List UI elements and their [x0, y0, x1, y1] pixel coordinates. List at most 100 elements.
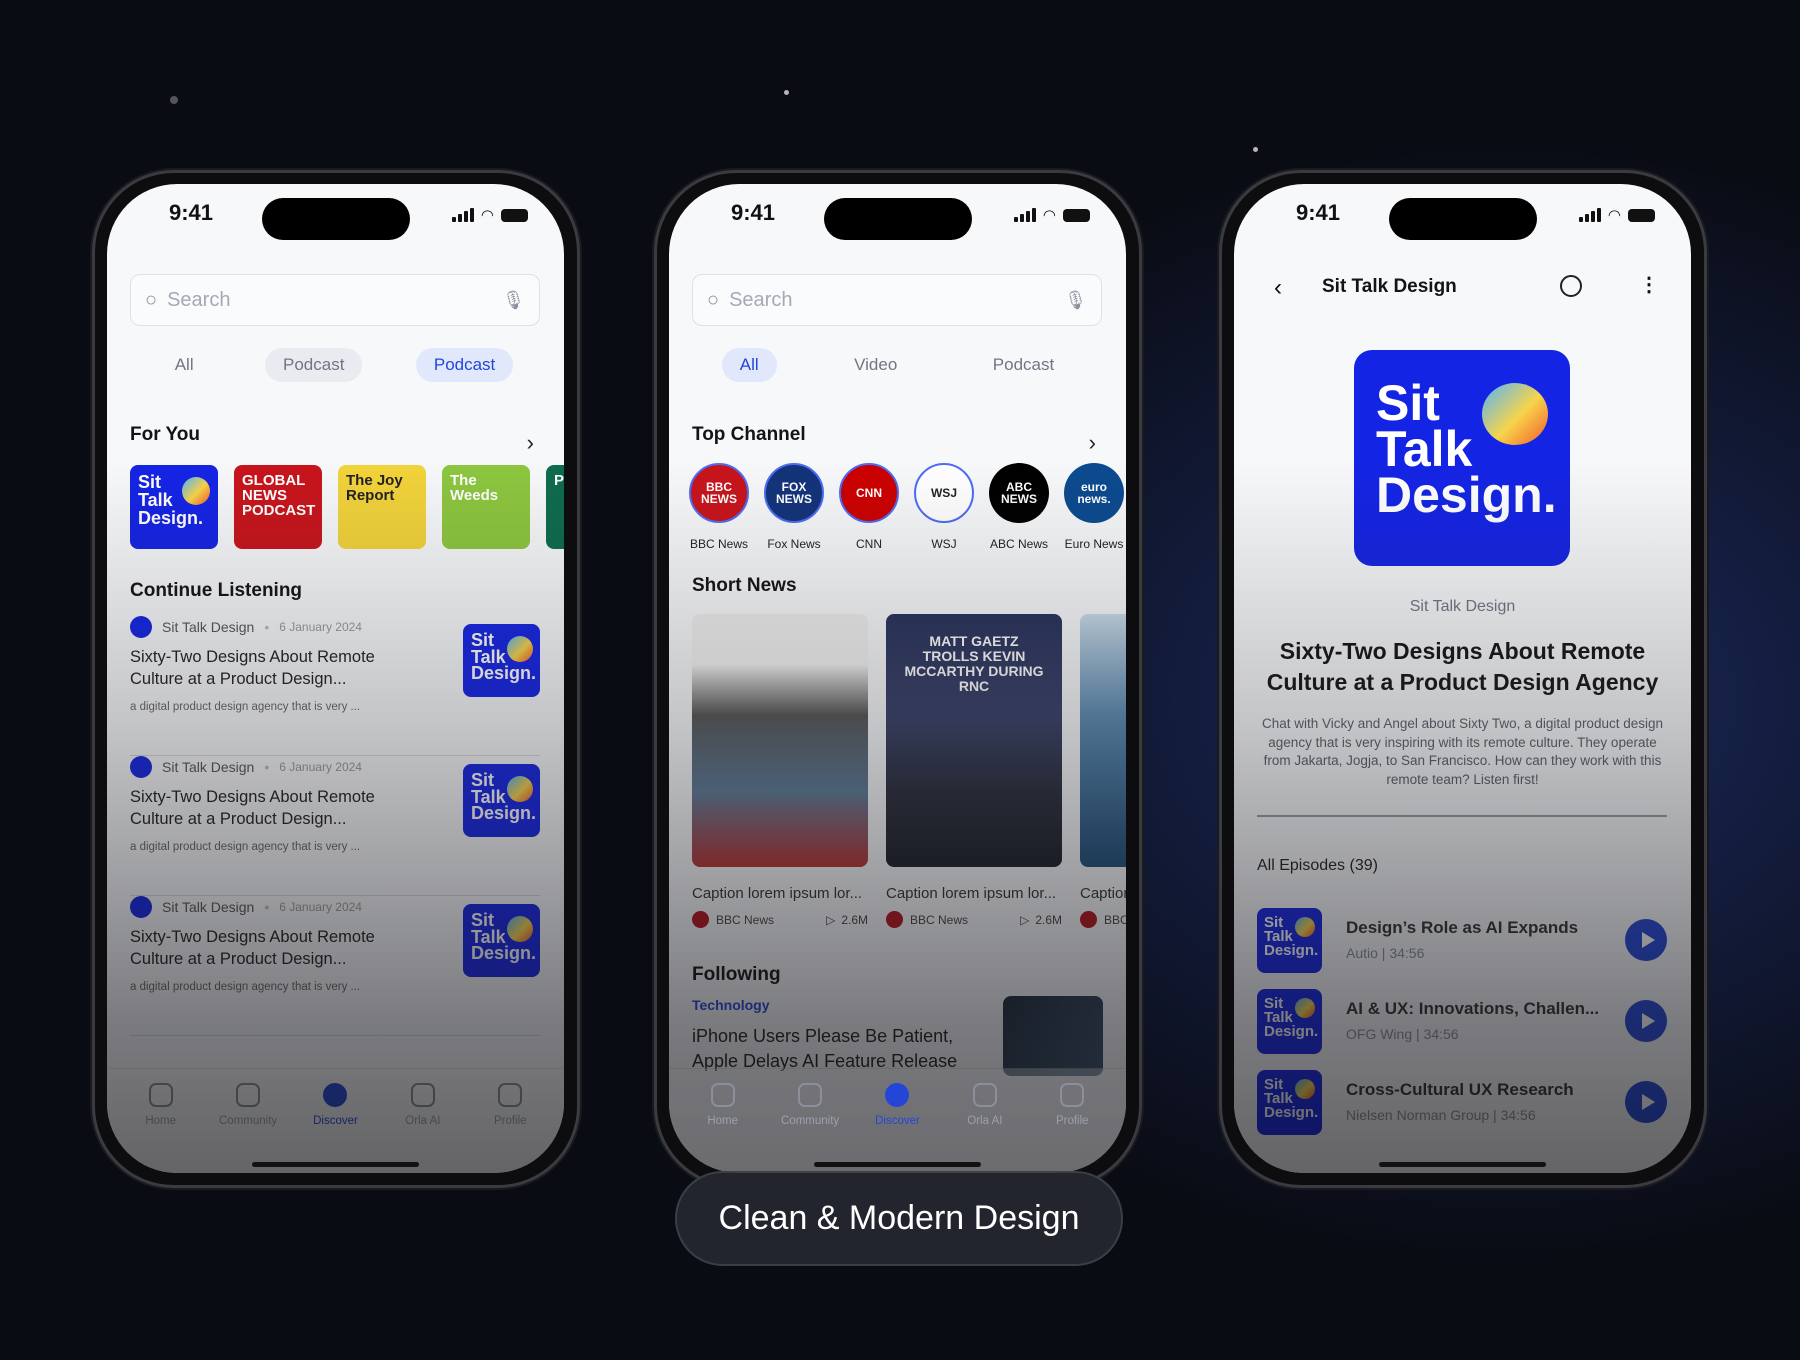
news-caption[interactable]: Caption lorem ipsum lor... [886, 885, 1062, 902]
list-item[interactable]: Sit Talk Design • 6 January 2024 Sixty-Two … [130, 756, 540, 896]
search-icon: ○ [707, 288, 720, 311]
nav-item-discover[interactable]: Discover [857, 1069, 937, 1173]
channel-item[interactable]: euro news. Euro News [1064, 463, 1124, 551]
channel-item[interactable]: FOX NEWS Fox News [764, 463, 824, 551]
header-title: Sit Talk Design [1322, 276, 1457, 297]
play-icon: ▷ [1020, 912, 1030, 927]
avatar [130, 616, 152, 638]
search-input[interactable]: ○ Search 🎙 [130, 274, 540, 326]
source-avatar [692, 911, 709, 928]
nav-item-home[interactable]: Home [683, 1069, 763, 1173]
following-thumbnail[interactable] [1003, 996, 1103, 1076]
bottom-nav: Home Community Discover Orla AI Profile [107, 1068, 564, 1173]
channel-item[interactable]: ABC NEWS ABC News [989, 463, 1049, 551]
play-button[interactable] [1625, 1000, 1667, 1042]
tab-podcast[interactable]: Podcast [265, 348, 363, 382]
list-item[interactable]: Sit Talk Design • 6 January 2024 Sixty-Two … [130, 616, 540, 756]
news-views: 2.6M [841, 912, 868, 927]
section-title-following: Following [692, 964, 781, 985]
search-icon: ○ [145, 288, 158, 311]
news-meta: BBC News [1080, 911, 1126, 928]
phone-home: 9:41 ◠ ○ Search 🎙 All Podcast Podcast For … [92, 170, 580, 1188]
signal-icon [1578, 208, 1601, 222]
more-options-icon[interactable]: ⋮ [1639, 272, 1659, 297]
tab-podcast[interactable]: Podcast [975, 348, 1072, 382]
podcast-tile[interactable]: Pl [546, 465, 564, 549]
separator-dot: • [264, 619, 270, 635]
news-card[interactable]: MATT GAETZ TROLLS KEVIN MCCARTHY DURING … [886, 614, 1062, 867]
episode-row[interactable]: Sit Talk Design. Design’s Role as AI Expa… [1257, 908, 1667, 973]
news-card[interactable] [692, 614, 868, 867]
nav-item-orla-ai[interactable]: Orla AI [383, 1069, 463, 1173]
following-headline[interactable]: iPhone Users Please Be Patient, Apple De… [692, 1024, 982, 1074]
item-source: Sit Talk Design [162, 619, 255, 635]
item-date: 6 January 2024 [279, 900, 362, 914]
nav-label: Orla AI [405, 1115, 441, 1127]
nav-item-orla-ai[interactable]: Orla AI [945, 1069, 1025, 1173]
podcast-tile[interactable]: Sit Talk Design. [130, 465, 218, 549]
news-views: 2.6M [1035, 912, 1062, 927]
nav-item-community[interactable]: Community [208, 1069, 288, 1173]
play-icon [1641, 932, 1655, 948]
list-item[interactable]: Sit Talk Design • 6 January 2024 Sixty-Two … [130, 896, 540, 1036]
home-icon [710, 1083, 735, 1107]
episode-title: Cross-Cultural UX Research [1346, 1080, 1574, 1099]
channel-item[interactable]: CNN CNN [839, 463, 899, 551]
gradient-orb [507, 916, 533, 942]
channel-logo: ABC NEWS [989, 463, 1049, 523]
nav-item-home[interactable]: Home [121, 1069, 201, 1173]
tab-all[interactable]: All [721, 348, 777, 382]
chevron-right-icon[interactable]: › [1089, 430, 1096, 456]
play-icon [1641, 1013, 1655, 1029]
nav-item-profile[interactable]: Profile [1032, 1069, 1112, 1173]
search-icon[interactable] [1560, 275, 1582, 297]
source-avatar [1080, 911, 1097, 928]
item-title: Sixty-Two Designs About Remote Culture a… [130, 788, 375, 828]
nav-label: Orla AI [967, 1115, 1003, 1127]
tab-all[interactable]: All [157, 348, 212, 382]
nav-item-profile[interactable]: Profile [470, 1069, 550, 1173]
following-category[interactable]: Technology [692, 997, 770, 1013]
nav-item-community[interactable]: Community [770, 1069, 850, 1173]
back-icon[interactable]: ‹ [1274, 274, 1282, 302]
chevron-right-icon[interactable]: › [527, 430, 534, 456]
item-date: 6 January 2024 [279, 760, 362, 774]
news-caption[interactable]: Caption lorem ipsum lor... [692, 885, 868, 902]
podcast-tile[interactable]: GLOBAL NEWS PODCAST [234, 465, 322, 549]
battery-icon [1628, 208, 1655, 222]
microphone-icon[interactable]: 🎙 [502, 290, 525, 311]
dynamic-island [1389, 198, 1537, 240]
episode-title: AI & UX: Innovations, Challen... [1346, 999, 1600, 1018]
episode-row[interactable]: Sit Talk Design. Cross-Cultural UX Resear… [1257, 1070, 1667, 1135]
publisher-name[interactable]: Sit Talk Design [1234, 598, 1691, 616]
news-source: BBC News [1104, 912, 1126, 927]
tab-podcast-active[interactable]: Podcast [415, 348, 514, 382]
divider [1257, 815, 1667, 817]
separator-dot: • [264, 899, 270, 915]
play-button[interactable] [1625, 919, 1667, 961]
wifi-icon: ◠ [1042, 207, 1056, 224]
channel-logo: euro news. [1064, 463, 1124, 523]
star [784, 90, 789, 95]
play-button[interactable] [1625, 1081, 1667, 1123]
news-caption[interactable]: Caption lorem ipsum lor... [1080, 885, 1126, 902]
tab-video[interactable]: Video [836, 348, 915, 382]
microphone-icon[interactable]: 🎙 [1064, 290, 1087, 311]
channel-item[interactable]: WSJ WSJ [914, 463, 974, 551]
channel-name: BBC News [689, 537, 748, 551]
podcast-cover: Sit Talk Design. [1354, 350, 1570, 566]
separator-dot: • [264, 759, 270, 775]
nav-item-discover[interactable]: Discover [295, 1069, 375, 1173]
podcast-tile[interactable]: The Joy Report [338, 465, 426, 549]
battery-icon [501, 208, 528, 222]
home-indicator [1379, 1162, 1546, 1167]
wifi-icon: ◠ [480, 207, 494, 224]
search-input[interactable]: ○ Search 🎙 [692, 274, 1102, 326]
item-thumbnail: Sit Talk Design. [463, 904, 540, 977]
news-card[interactable] [1080, 614, 1126, 867]
gradient-orb [1295, 1079, 1315, 1099]
episode-row[interactable]: Sit Talk Design. AI & UX: Innovations, Ch… [1257, 989, 1667, 1054]
channel-item[interactable]: BBC NEWS BBC News [689, 463, 749, 551]
podcast-tile[interactable]: The Weeds [442, 465, 530, 549]
nav-label: Discover [313, 1115, 358, 1127]
